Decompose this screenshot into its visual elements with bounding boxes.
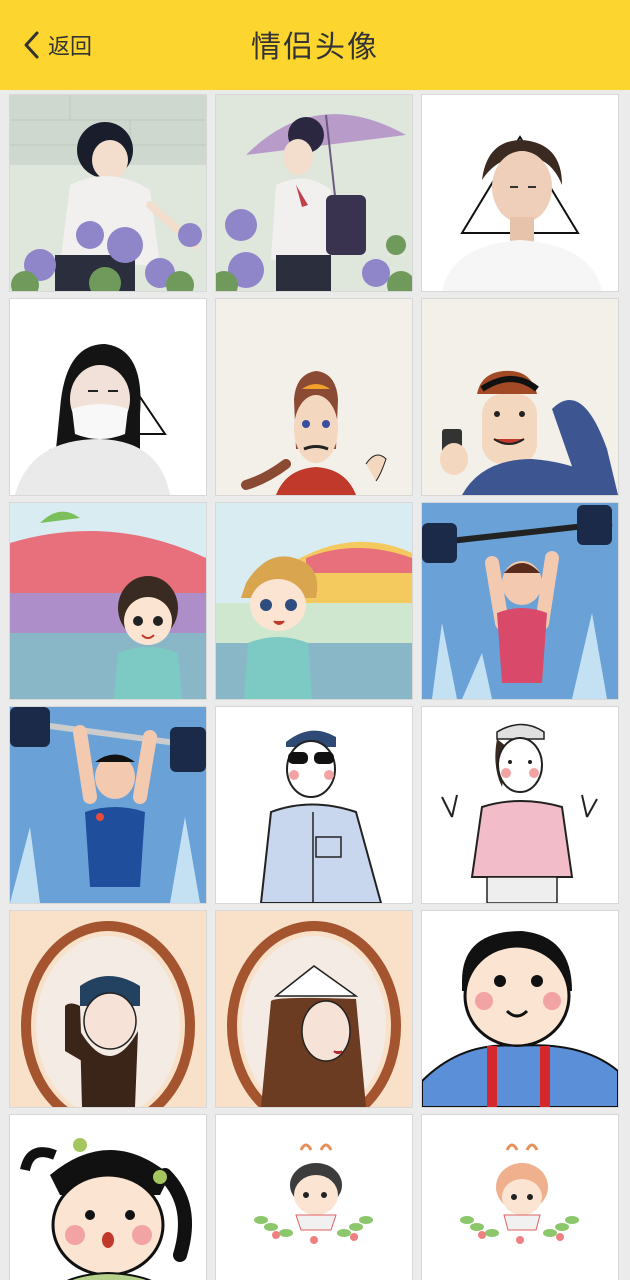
avatar-tile[interactable]: [215, 502, 413, 700]
avatar-image: [216, 299, 412, 495]
avatar-tile[interactable]: [421, 910, 619, 1108]
app-header: 返回 情侣头像: [0, 0, 630, 90]
avatar-tile[interactable]: [9, 910, 207, 1108]
avatar-image: [422, 95, 618, 291]
avatar-image: [216, 911, 412, 1107]
avatar-grid: [0, 90, 630, 1280]
avatar-image: [10, 911, 206, 1107]
avatar-tile[interactable]: [421, 94, 619, 292]
avatar-image: [422, 1115, 618, 1280]
avatar-tile[interactable]: [215, 298, 413, 496]
avatar-tile[interactable]: [421, 502, 619, 700]
avatar-tile[interactable]: [421, 706, 619, 904]
avatar-tile[interactable]: [9, 1114, 207, 1280]
avatar-tile[interactable]: [421, 1114, 619, 1280]
avatar-image: [422, 299, 618, 495]
avatar-tile[interactable]: [215, 706, 413, 904]
avatar-image: [10, 299, 206, 495]
avatar-tile[interactable]: [9, 298, 207, 496]
avatar-tile[interactable]: [9, 706, 207, 904]
avatar-tile[interactable]: [215, 94, 413, 292]
avatar-image: [422, 503, 618, 699]
avatar-tile[interactable]: [215, 910, 413, 1108]
avatar-tile[interactable]: [9, 502, 207, 700]
avatar-image: [216, 503, 412, 699]
avatar-tile[interactable]: [215, 1114, 413, 1280]
avatar-tile[interactable]: [421, 298, 619, 496]
avatar-image: [10, 1115, 206, 1280]
page-title: 情侣头像: [251, 30, 379, 65]
avatar-tile[interactable]: [9, 94, 207, 292]
avatar-image: [216, 1115, 412, 1280]
avatar-image: [10, 707, 206, 903]
avatar-image: [216, 707, 412, 903]
avatar-image: [10, 95, 206, 291]
avatar-image: [422, 707, 618, 903]
avatar-image: [422, 911, 618, 1107]
avatar-image: [216, 95, 412, 291]
avatar-image: [10, 503, 206, 699]
